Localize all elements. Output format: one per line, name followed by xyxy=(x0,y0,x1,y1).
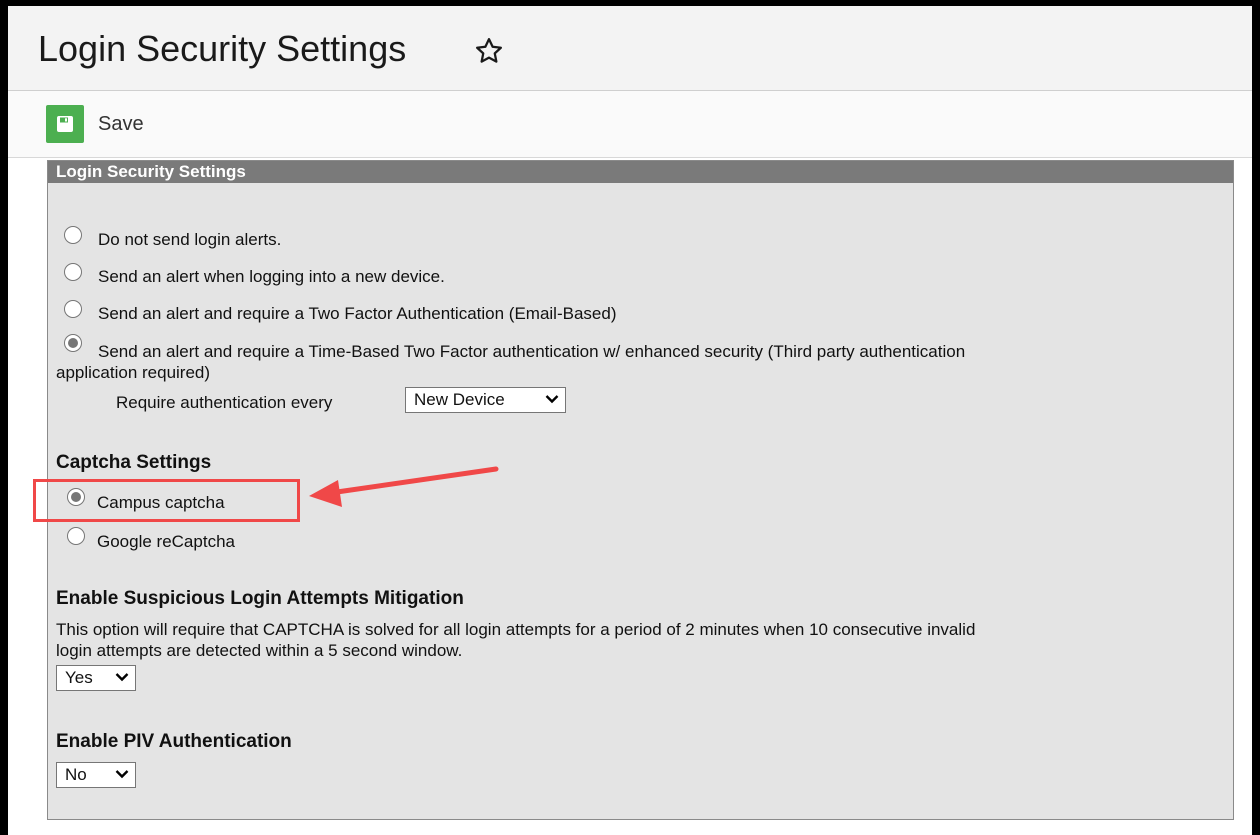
alert-option-new-device-label: Send an alert when logging into a new de… xyxy=(98,267,445,286)
star-outline-icon[interactable] xyxy=(474,36,504,66)
piv-value: No xyxy=(65,765,87,784)
toolbar: Save xyxy=(8,91,1252,158)
alert-option-email-2fa-label: Send an alert and require a Two Factor A… xyxy=(98,304,617,323)
alert-option-time-based-2fa-label: Send an alert and require a Time-Based T… xyxy=(98,342,966,361)
require-auth-value: New Device xyxy=(414,390,505,409)
page-title: Login Security Settings xyxy=(38,28,407,69)
mitigation-description-cont: login attempts are detected within a 5 s… xyxy=(56,641,463,660)
piv-heading: Enable PIV Authentication xyxy=(56,731,292,752)
mitigation-heading: Enable Suspicious Login Attempts Mitigat… xyxy=(56,588,464,609)
alert-option-time-based-2fa-radio[interactable] xyxy=(64,334,82,352)
captcha-heading: Captcha Settings xyxy=(56,452,212,473)
save-label: Save xyxy=(98,112,144,135)
chevron-down-icon xyxy=(115,770,129,779)
mitigation-description: This option will require that CAPTCHA is… xyxy=(56,620,976,639)
chevron-down-icon xyxy=(115,673,129,682)
google-recaptcha-label: Google reCaptcha xyxy=(97,532,235,551)
annotation-arrow xyxy=(309,466,499,507)
google-recaptcha-radio[interactable] xyxy=(67,527,85,545)
alert-option-time-based-2fa-label-cont: application required) xyxy=(56,363,211,382)
mitigation-value: Yes xyxy=(65,668,93,687)
floppy-disk-icon xyxy=(46,105,84,143)
alert-option-new-device-radio[interactable] xyxy=(64,263,82,281)
piv-select[interactable]: No xyxy=(56,762,136,788)
chevron-down-icon xyxy=(545,395,559,404)
require-auth-label: Require authentication every xyxy=(116,393,333,412)
save-button[interactable]: Save xyxy=(46,104,144,144)
panel-header: Login Security Settings xyxy=(48,161,1233,183)
require-auth-select[interactable]: New Device xyxy=(405,387,566,413)
annotation-highlight-box xyxy=(33,479,300,522)
alert-option-email-2fa-radio[interactable] xyxy=(64,300,82,318)
title-bar: Login Security Settings xyxy=(8,6,1252,91)
alert-option-none-label: Do not send login alerts. xyxy=(98,230,282,249)
mitigation-select[interactable]: Yes xyxy=(56,665,136,691)
alert-option-none-radio[interactable] xyxy=(64,226,82,244)
